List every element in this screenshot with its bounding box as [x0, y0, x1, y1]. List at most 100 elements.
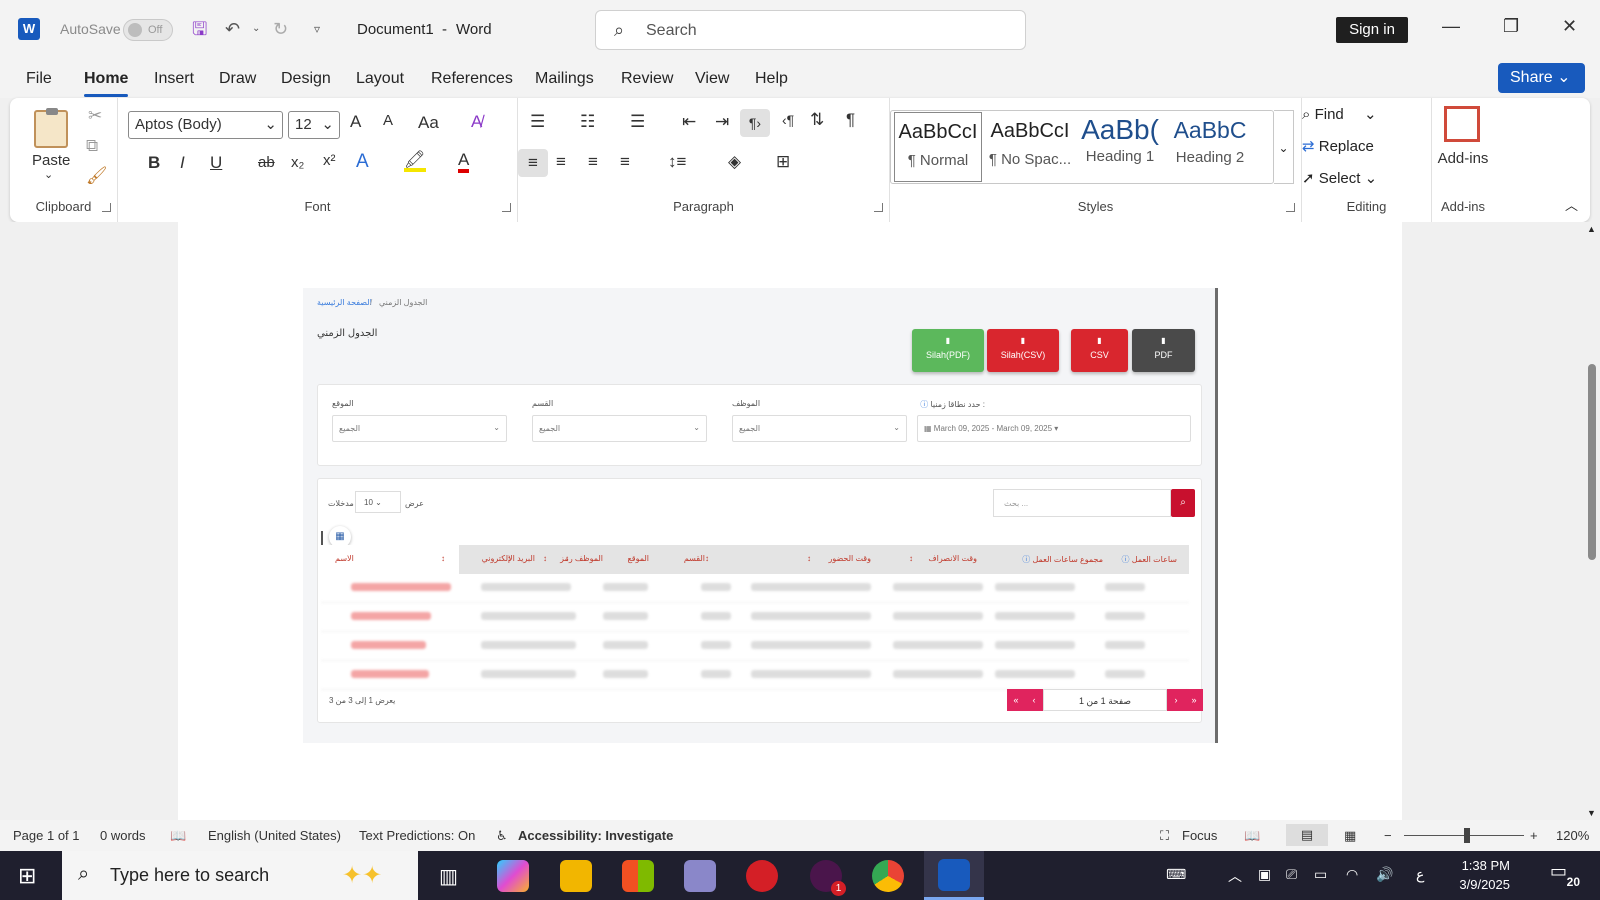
scroll-up-icon[interactable]: ▲ [1587, 224, 1596, 234]
superscript-icon[interactable]: x² [323, 152, 336, 169]
align-left-icon[interactable]: ≡ [518, 149, 548, 177]
save-icon[interactable]: 🖫 [192, 18, 207, 40]
paste-icon[interactable] [34, 108, 68, 148]
embedded-image[interactable]: الصفحة الرئيسية / الجدول الزمني الجدول ا… [303, 288, 1218, 743]
file-explorer-icon[interactable] [560, 860, 592, 892]
tab-insert[interactable]: Insert [154, 70, 194, 88]
change-case-icon[interactable]: Aa [418, 113, 439, 133]
style-heading-1[interactable]: AaBb(Heading 1 [1076, 112, 1164, 182]
vertical-scrollbar[interactable]: ▲ ▼ [1584, 222, 1600, 820]
underline-icon[interactable]: U [210, 153, 222, 173]
show-formatting-icon[interactable]: ¶ [846, 110, 855, 130]
copilot-icon[interactable] [497, 860, 529, 892]
focus-label[interactable]: Focus [1182, 828, 1217, 843]
numbering-icon[interactable]: ☷ [580, 112, 595, 132]
copy-icon[interactable]: ⧉ [86, 136, 98, 156]
sign-in-button[interactable]: Sign in [1336, 17, 1408, 43]
tab-draw[interactable]: Draw [219, 70, 256, 88]
shading-icon[interactable]: ◈ [728, 152, 741, 172]
windows-start-icon[interactable]: ⊞ [18, 863, 36, 889]
replace-button[interactable]: ⇄ Replace [1302, 137, 1374, 155]
tab-review[interactable]: Review [621, 70, 673, 88]
proofing-icon[interactable]: 📖 [170, 828, 186, 844]
restore-icon[interactable]: ❐ [1503, 16, 1519, 37]
focus-icon[interactable]: ⛶ [1160, 828, 1169, 844]
web-layout-icon[interactable]: ▦ [1344, 828, 1356, 844]
todo-check-icon[interactable] [746, 860, 778, 892]
font-size-select[interactable]: 12 ⌄ [288, 111, 340, 139]
meet-now-icon[interactable]: ▣ [1258, 866, 1271, 883]
tab-home[interactable]: Home [84, 70, 129, 97]
rtl-direction-icon[interactable]: ‹¶ [782, 112, 794, 128]
clear-formatting-icon[interactable]: A̸ [471, 112, 482, 132]
grow-font-icon[interactable]: A [350, 112, 361, 132]
page-count[interactable]: Page 1 of 1 [13, 828, 80, 843]
language[interactable]: English (United States) [208, 828, 341, 843]
justify-icon[interactable]: ≡ [620, 152, 630, 172]
font-launcher-icon[interactable] [502, 203, 511, 212]
clock[interactable]: 1:38 PM 3/9/2025 [1430, 856, 1510, 894]
find-button[interactable]: ⌕ Find ⌄ [1302, 105, 1377, 123]
shrink-font-icon[interactable]: A [383, 112, 393, 129]
borders-icon[interactable]: ⊞ [776, 152, 790, 172]
styles-launcher-icon[interactable] [1286, 203, 1295, 212]
zoom-slider-thumb[interactable] [1464, 828, 1470, 843]
sort-icon[interactable]: ⇅ [810, 110, 824, 130]
accessibility-icon[interactable]: ♿ [496, 828, 508, 844]
word-taskbar-item[interactable] [924, 851, 984, 900]
tab-layout[interactable]: Layout [356, 70, 404, 88]
line-spacing-icon[interactable]: ↕≡ [668, 152, 686, 172]
show-hidden-icons[interactable]: ︿ [1228, 866, 1242, 886]
paragraph-launcher-icon[interactable] [874, 203, 883, 212]
zoom-in-icon[interactable]: + [1530, 828, 1538, 843]
decrease-indent-icon[interactable]: ⇤ [682, 112, 696, 132]
format-painter-icon[interactable]: 🖌 [86, 166, 108, 186]
style-heading-2[interactable]: AaBbC Heading 2 [1166, 112, 1254, 182]
volume-icon[interactable]: 🔊 [1376, 866, 1393, 883]
task-view-icon[interactable]: ▥ [439, 864, 458, 889]
microsoft-store-icon[interactable] [622, 860, 654, 892]
style-normal[interactable]: AaBbCcI ¶ Normal [894, 112, 982, 182]
addins-button-label[interactable]: Add-ins [1432, 150, 1494, 167]
multilevel-list-icon[interactable]: ☰ [630, 112, 645, 132]
tab-help[interactable]: Help [755, 70, 788, 88]
accessibility-status[interactable]: Accessibility: Investigate [518, 828, 673, 843]
tab-view[interactable]: View [695, 70, 729, 88]
strikethrough-icon[interactable]: ab [258, 154, 275, 171]
clipboard-launcher-icon[interactable] [102, 203, 111, 212]
styles-more-icon[interactable]: ⌄ [1274, 110, 1294, 184]
scroll-down-icon[interactable]: ▼ [1587, 808, 1596, 818]
photos-icon[interactable] [684, 860, 716, 892]
chrome-icon[interactable] [872, 860, 904, 892]
input-language[interactable]: ع [1416, 866, 1424, 883]
zoom-out-icon[interactable]: − [1384, 828, 1392, 843]
bold-icon[interactable]: B [148, 153, 160, 173]
align-right-icon[interactable]: ≡ [588, 152, 598, 172]
slack-icon[interactable]: 1 [810, 860, 846, 896]
ltr-direction-icon[interactable]: ¶› [740, 109, 770, 137]
undo-dropdown-icon[interactable]: ⌄ [252, 18, 260, 40]
autosave-toggle[interactable]: Off [123, 19, 173, 41]
cut-icon[interactable]: ✂ [88, 106, 102, 126]
redo-icon[interactable]: ↻ [273, 18, 288, 40]
collapse-ribbon-icon[interactable]: ︿ [1565, 195, 1578, 214]
font-color-icon[interactable]: A [458, 151, 470, 173]
tab-file[interactable]: File [26, 70, 52, 88]
tab-design[interactable]: Design [281, 70, 331, 88]
increase-indent-icon[interactable]: ⇥ [715, 112, 729, 132]
text-effects-icon[interactable]: A [356, 151, 369, 173]
notification-center-icon[interactable]: ▭ 20 [1550, 861, 1580, 889]
paste-label[interactable]: Paste [32, 152, 70, 169]
select-button[interactable]: ➚ Select ⌄ [1302, 169, 1377, 187]
taskbar-search[interactable]: ⌕ Type here to search ✦✦ [62, 851, 418, 900]
display-icon[interactable]: ⎚ [1286, 866, 1297, 883]
close-icon[interactable]: ✕ [1562, 16, 1577, 37]
subscript-icon[interactable]: x₂ [291, 154, 304, 171]
style-no-spacing[interactable]: AaBbCcI ¶ No Spac... [986, 112, 1074, 182]
undo-icon[interactable]: ↶ [225, 18, 240, 40]
addins-icon[interactable] [1444, 106, 1480, 142]
word-count[interactable]: 0 words [100, 828, 146, 843]
bullets-icon[interactable]: ☰ [530, 112, 545, 132]
customize-toolbar-icon[interactable]: ▿ [314, 18, 320, 40]
minimize-icon[interactable]: — [1442, 16, 1460, 37]
